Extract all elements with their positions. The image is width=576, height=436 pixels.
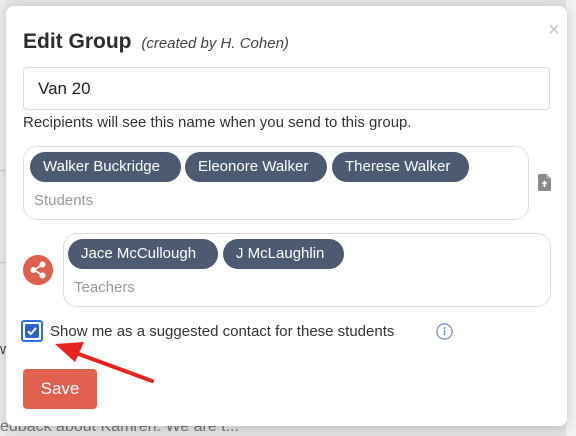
modal-title: Edit Group (created by H. Cohen) <box>23 30 289 54</box>
close-icon[interactable]: × <box>546 20 562 40</box>
share-icon[interactable] <box>23 255 53 285</box>
suggested-contact-label: Show me as a suggested contact for these… <box>50 323 395 340</box>
modal-subtitle: (created by H. Cohen) <box>141 35 289 52</box>
modal-title-text: Edit Group <box>23 30 132 53</box>
check-icon <box>27 327 37 336</box>
teachers-placeholder: Teachers <box>74 279 135 296</box>
background-right-edge <box>566 0 576 436</box>
students-placeholder: Students <box>34 192 94 209</box>
suggested-contact-checkbox[interactable] <box>21 320 43 342</box>
students-field[interactable]: Walker Buckridge Eleonore Walker Therese… <box>23 146 529 220</box>
save-button[interactable]: Save <box>23 369 97 409</box>
group-name-input[interactable] <box>23 67 550 110</box>
teachers-field[interactable]: Jace McCullough J McLaughlin Teachers <box>63 233 551 307</box>
student-pill[interactable]: Therese Walker <box>332 152 469 182</box>
teacher-pill[interactable]: J McLaughlin <box>223 239 344 269</box>
group-name-help: Recipients will see this name when you s… <box>23 114 412 131</box>
student-pill[interactable]: Eleonore Walker <box>185 152 327 182</box>
upload-file-icon[interactable] <box>538 174 551 191</box>
edit-group-modal: × Edit Group (created by H. Cohen) Recip… <box>6 6 567 426</box>
teacher-pill[interactable]: Jace McCullough <box>68 239 218 269</box>
info-icon[interactable] <box>436 323 453 340</box>
checkbox-fill <box>25 324 39 338</box>
student-pill[interactable]: Walker Buckridge <box>30 152 181 182</box>
